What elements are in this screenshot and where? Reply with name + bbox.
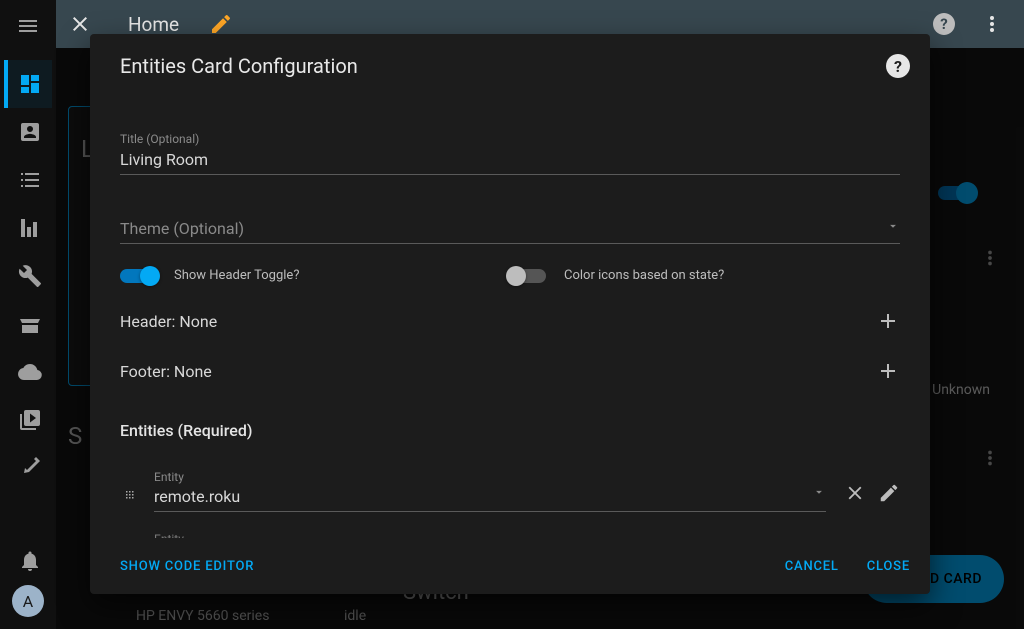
cancel-button[interactable]: CANCEL [785, 559, 839, 574]
entity-row: Entity remote.roku [120, 466, 900, 512]
entity-dropdown-icon [812, 484, 826, 503]
sidebar-item-settings[interactable] [4, 444, 52, 492]
sidebar-item-logbook[interactable] [4, 156, 52, 204]
drag-handle-icon[interactable] [120, 488, 144, 506]
modal: Entities Card Configuration ? Title (Opt… [90, 34, 930, 594]
footer-add-button[interactable] [876, 359, 900, 383]
modal-header: Entities Card Configuration ? [90, 34, 930, 98]
sidebar-item-media[interactable] [4, 396, 52, 444]
header-toggle-switch[interactable] [120, 269, 156, 283]
footer-row-label: Footer: None [120, 362, 212, 381]
title-field-label: Title (Optional) [120, 132, 900, 146]
modal-footer: SHOW CODE EDITOR CANCEL CLOSE [90, 538, 930, 594]
avatar-initial: A [23, 592, 33, 611]
header-toggle-group: Show Header Toggle? [120, 268, 510, 283]
close-button[interactable]: CLOSE [867, 559, 910, 574]
entity-field-next[interactable]: Entity [154, 528, 900, 538]
title-field-value: Living Room [120, 146, 900, 174]
entity-remove-button[interactable] [844, 482, 866, 508]
title-field[interactable]: Title (Optional) Living Room [120, 132, 900, 175]
entity-field-value: remote.roku [154, 485, 826, 511]
theme-dropdown-icon [886, 218, 900, 237]
entity-edit-button[interactable] [878, 482, 900, 508]
avatar[interactable]: A [12, 585, 44, 617]
sidebar-item-history[interactable] [4, 204, 52, 252]
theme-field[interactable]: Theme (Optional) [120, 215, 900, 244]
modal-help-button[interactable]: ? [886, 54, 910, 78]
color-toggle-label: Color icons based on state? [564, 268, 724, 283]
header-row-label: Header: None [120, 312, 217, 331]
modal-body: Title (Optional) Living Room Theme (Opti… [90, 98, 930, 538]
sidebar-item-devtools[interactable] [4, 252, 52, 300]
header-add-button[interactable] [876, 309, 900, 333]
sidebar-item-overview[interactable] [4, 60, 52, 108]
entity-row-next: Entity [120, 528, 900, 538]
show-code-editor-button[interactable]: SHOW CODE EDITOR [120, 559, 254, 574]
toggles-row: Show Header Toggle? Color icons based on… [120, 268, 900, 283]
sidebar: A [0, 0, 56, 629]
header-toggle-label: Show Header Toggle? [174, 268, 299, 283]
tab-home[interactable]: Home [104, 13, 203, 36]
header-row: Header: None [120, 309, 900, 333]
theme-field-label: Theme (Optional) [120, 215, 900, 243]
modal-title: Entities Card Configuration [120, 54, 886, 78]
entity-field-label: Entity [154, 470, 184, 484]
sidebar-item-hacs[interactable] [4, 300, 52, 348]
entities-section-title: Entities (Required) [120, 421, 900, 440]
sidebar-item-people[interactable] [4, 108, 52, 156]
color-toggle-group: Color icons based on state? [510, 268, 900, 283]
color-toggle-switch[interactable] [510, 269, 546, 283]
sidebar-item-cloud[interactable] [4, 348, 52, 396]
entity-field[interactable]: Entity remote.roku [154, 466, 826, 512]
help-icon: ? [933, 13, 955, 35]
footer-row: Footer: None [120, 359, 900, 383]
sidebar-item-notifications[interactable] [4, 537, 52, 585]
appbar-more-button[interactable] [968, 0, 1016, 48]
entity-field-next-label: Entity [154, 532, 184, 538]
menu-button[interactable] [16, 14, 40, 38]
